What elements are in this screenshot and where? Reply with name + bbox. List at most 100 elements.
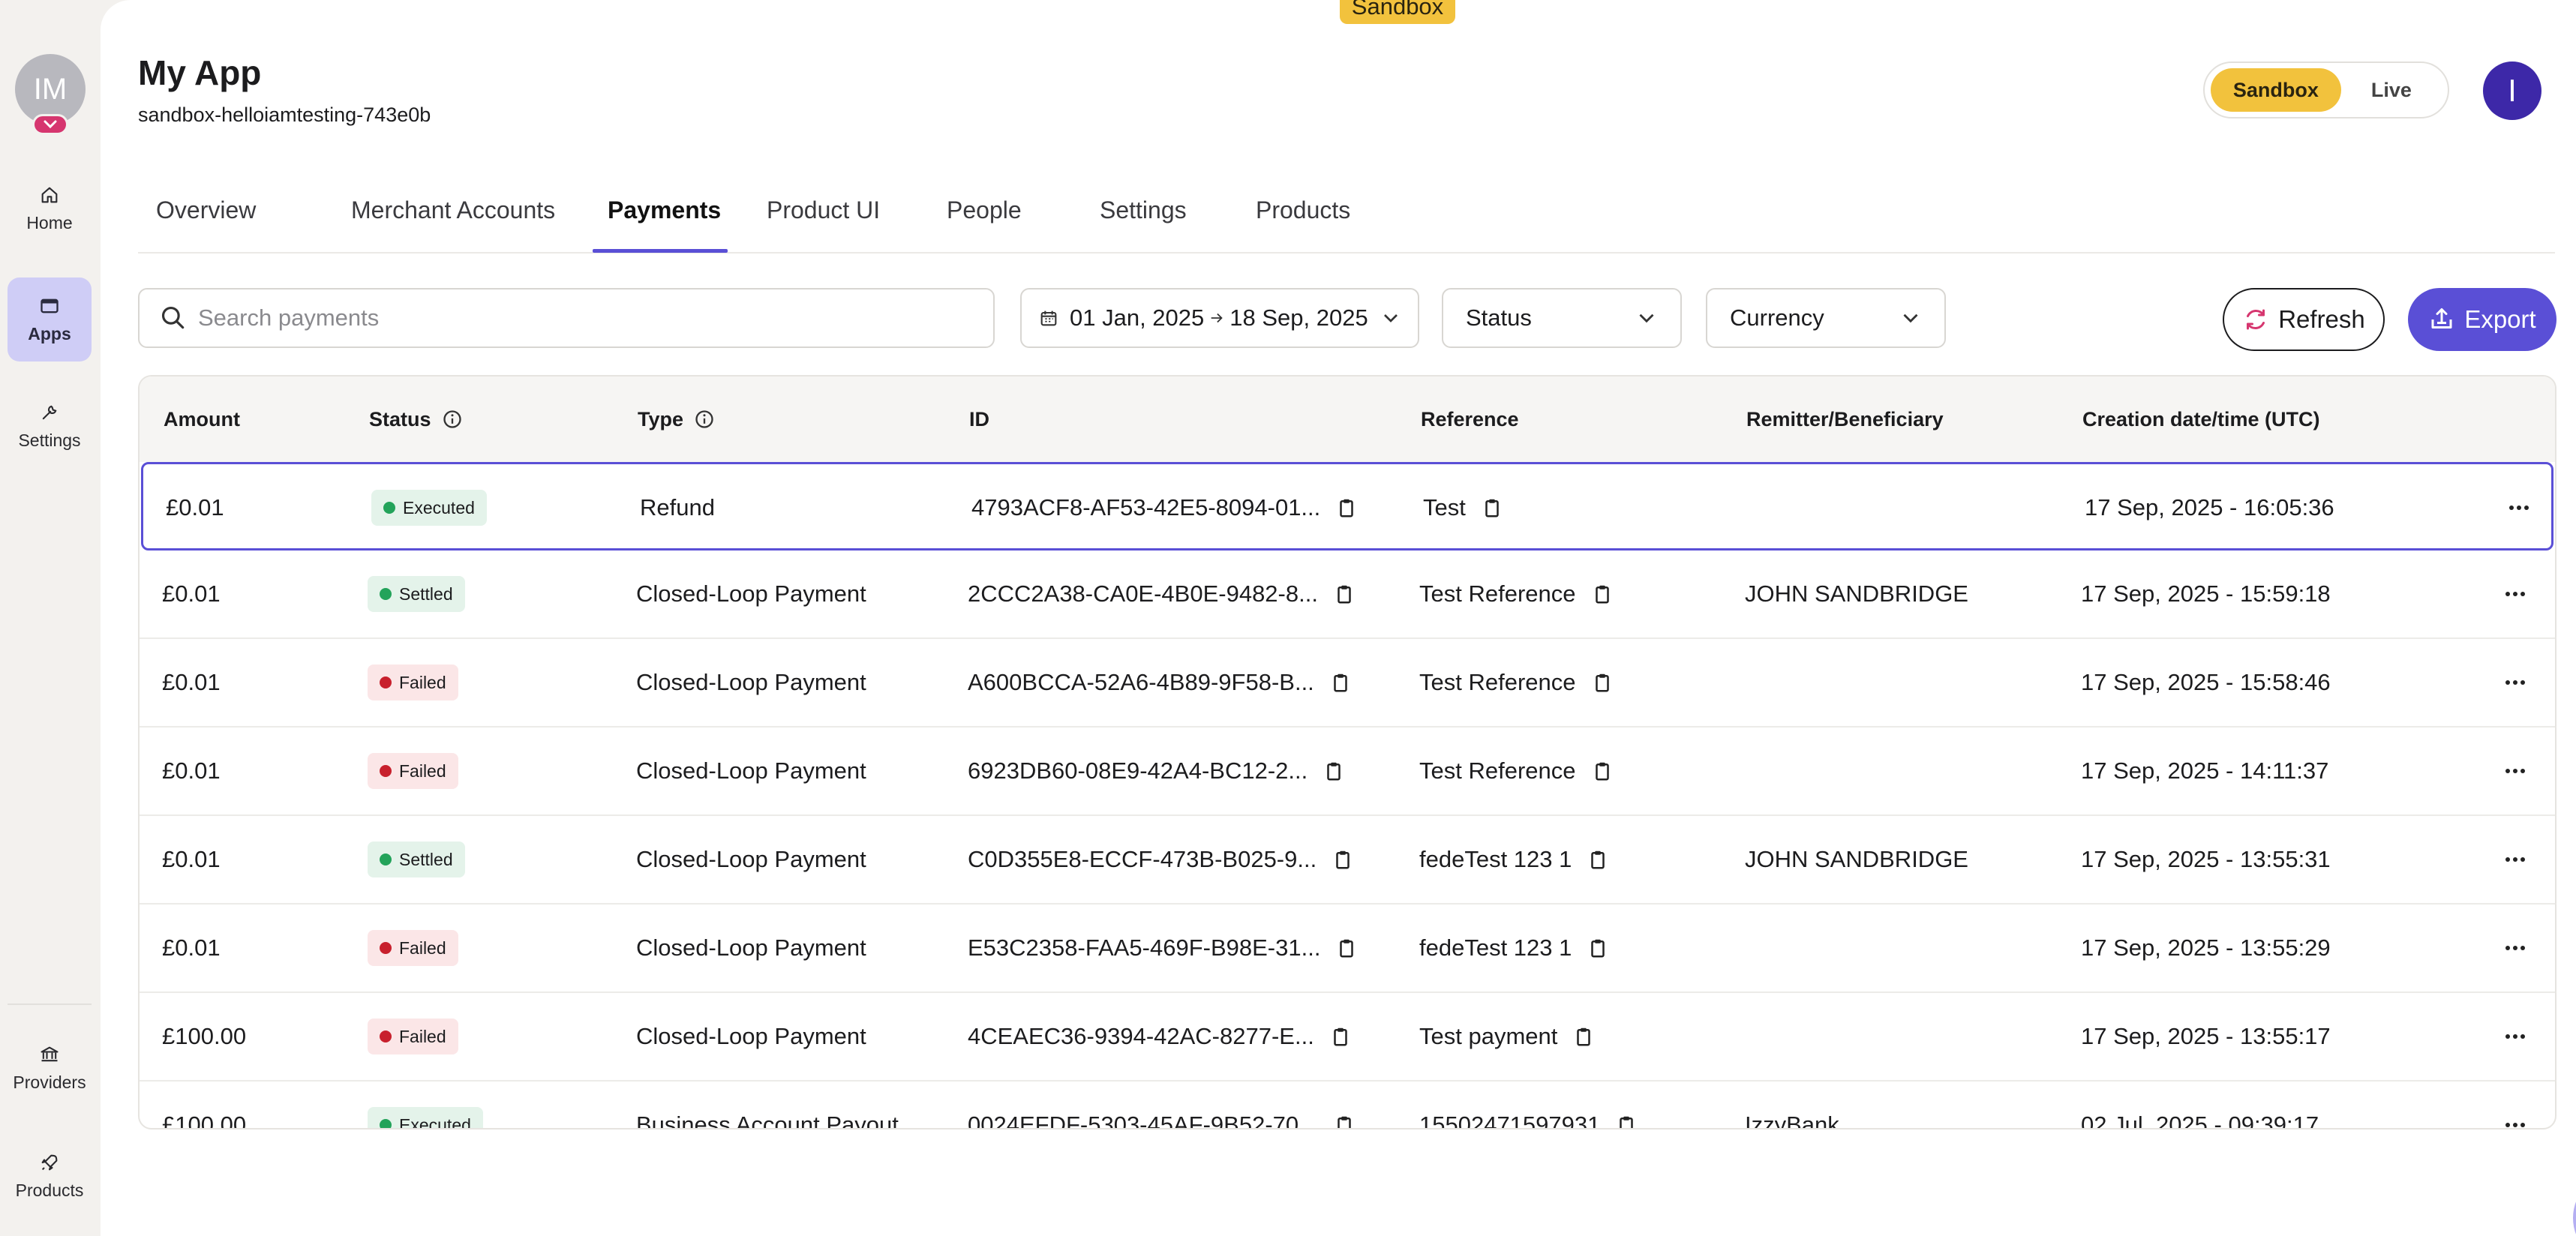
tab-merchant-accounts[interactable]: Merchant Accounts [351, 172, 555, 254]
id-cell: E53C2358-FAA5-469F-B98E-31... [968, 904, 1358, 992]
column-header-party[interactable]: Remitter/Beneficiary [1746, 376, 1944, 462]
copy-icon[interactable] [1333, 1114, 1356, 1130]
row-actions-button[interactable] [2504, 1082, 2526, 1128]
bank-icon [41, 1046, 59, 1061]
row-actions-button[interactable] [2504, 904, 2526, 992]
status-cell: Failed [368, 728, 458, 814]
status-dot-icon [380, 765, 392, 777]
table-row[interactable]: £0.01 Failed Closed-Loop Payment 6923DB60-0… [140, 728, 2555, 816]
search-input[interactable] [198, 304, 948, 332]
rail-item-label: Home [26, 212, 73, 232]
created-cell: 17 Sep, 2025 - 13:55:29 [2081, 934, 2331, 961]
table-row[interactable]: £100.00 Executed Business Account Payout 00… [140, 1082, 2555, 1130]
apps-icon [41, 298, 59, 313]
row-actions-button[interactable] [2504, 639, 2526, 726]
search-box[interactable] [138, 288, 995, 348]
column-header-reference[interactable]: Reference [1421, 376, 1519, 462]
refresh-button[interactable]: Refresh [2223, 288, 2385, 351]
column-header-type[interactable]: Type [638, 376, 715, 462]
rail-item-settings[interactable]: Settings [8, 384, 92, 468]
party-cell: JOHN SANDBRIDGE [1745, 846, 1968, 872]
reference-cell: fedeTest 123 1 [1419, 816, 1609, 903]
copy-icon[interactable] [1335, 937, 1358, 959]
info-icon[interactable] [694, 409, 715, 430]
rail-item-providers[interactable]: Providers [8, 1026, 92, 1110]
payment-id: 2CCC2A38-CA0E-4B0E-9482-8... [968, 580, 1318, 607]
status-badge: Failed [368, 1018, 458, 1054]
table-row[interactable]: £0.01 Settled Closed-Loop Payment C0D355E8-… [140, 816, 2555, 904]
main-panel: Sandbox My App sandbox-helloiamtesting-7… [101, 0, 2576, 1236]
column-header-amount[interactable]: Amount [164, 376, 240, 462]
payment-id: E53C2358-FAA5-469F-B98E-31... [968, 934, 1321, 961]
copy-icon[interactable] [1587, 937, 1609, 959]
copy-icon[interactable] [1332, 848, 1354, 871]
tab-payments[interactable]: Payments [608, 172, 721, 254]
payment-reference: Test Reference [1419, 669, 1576, 695]
copy-icon[interactable] [1615, 1114, 1638, 1130]
column-header-created[interactable]: Creation date/time (UTC) [2082, 376, 2320, 462]
column-header-label: Type [638, 407, 684, 430]
tab-people[interactable]: People [947, 172, 1022, 254]
tab-product-ui[interactable]: Product UI [767, 172, 880, 254]
copy-icon[interactable] [1587, 848, 1609, 871]
date-range-start: 01 Jan, 2025 [1070, 304, 1205, 331]
status-badge: Executed [371, 490, 487, 526]
id-cell: 4793ACF8-AF53-42E5-8094-01... [971, 464, 1358, 551]
copy-icon[interactable] [1591, 583, 1614, 605]
table-row[interactable]: £0.01 Settled Closed-Loop Payment 2CCC2A38-… [140, 550, 2555, 639]
table-row[interactable]: £0.01 Failed Closed-Loop Payment E53C2358-F… [140, 904, 2555, 993]
live-mode-button[interactable]: Live [2341, 68, 2442, 112]
copy-icon[interactable] [1335, 496, 1358, 519]
row-actions-button[interactable] [2504, 550, 2526, 638]
payment-reference: Test payment [1419, 1023, 1558, 1049]
copy-icon[interactable] [1333, 583, 1356, 605]
table-row[interactable]: £100.00 Failed Closed-Loop Payment 4CEAEC36… [140, 993, 2555, 1082]
status-cell: Executed [368, 1082, 483, 1128]
id-cell: 0024EFDF-5303-45AF-9B52-70... [968, 1082, 1356, 1130]
column-header-status[interactable]: Status [369, 376, 463, 462]
row-actions-button[interactable] [2504, 993, 2526, 1080]
copy-icon[interactable] [1572, 1025, 1595, 1048]
status-badge-label: Failed [399, 1026, 446, 1046]
row-actions-button[interactable] [2504, 728, 2526, 814]
date-range-picker[interactable]: 01 Jan, 2025 18 Sep, 2025 [1020, 288, 1419, 348]
tab-products[interactable]: Products [1256, 172, 1350, 254]
party-cell: JOHN SANDBRIDGE [1745, 580, 1968, 607]
export-button[interactable]: Export [2408, 288, 2556, 351]
copy-icon[interactable] [1323, 760, 1345, 782]
copy-icon[interactable] [1591, 760, 1614, 782]
copy-icon[interactable] [1329, 1025, 1352, 1048]
rocket-icon [41, 1154, 58, 1170]
user-avatar[interactable]: I [2483, 62, 2541, 120]
rail-item-home[interactable]: Home [8, 166, 92, 250]
amount-cell: £0.01 [162, 934, 221, 961]
environment-toggle[interactable]: Sandbox Live [2203, 62, 2449, 118]
workspace-switcher[interactable]: IM [15, 54, 86, 136]
copy-icon[interactable] [1329, 671, 1352, 694]
chat-button[interactable] [2573, 1172, 2576, 1236]
payment-reference: Test [1423, 494, 1466, 520]
row-actions-button[interactable] [2508, 464, 2530, 551]
row-actions-button[interactable] [2504, 816, 2526, 903]
rail-item-products[interactable]: Products [8, 1134, 92, 1218]
payments-table: Amount Status Type ID Reference Remitter… [138, 375, 2556, 1130]
sandbox-mode-button[interactable]: Sandbox [2211, 68, 2341, 112]
status-filter[interactable]: Status [1442, 288, 1682, 348]
status-dot-icon [380, 1119, 392, 1128]
copy-icon[interactable] [1591, 671, 1614, 694]
payment-id: A600BCCA-52A6-4B89-9F58-B... [968, 669, 1314, 695]
created-cell: 17 Sep, 2025 - 15:58:46 [2081, 669, 2331, 695]
rail-item-apps[interactable]: Apps [8, 278, 92, 362]
tab-settings[interactable]: Settings [1100, 172, 1187, 254]
amount-cell: £0.01 [162, 669, 221, 695]
table-row[interactable]: £0.01 Failed Closed-Loop Payment A600BCCA-5… [140, 639, 2555, 728]
copy-icon[interactable] [1481, 496, 1503, 519]
search-icon [161, 306, 185, 329]
currency-filter[interactable]: Currency [1706, 288, 1946, 348]
reference-cell: Test [1423, 464, 1503, 551]
column-header-id[interactable]: ID [969, 376, 989, 462]
info-icon[interactable] [442, 409, 463, 430]
tab-overview[interactable]: Overview [156, 172, 256, 254]
status-badge: Settled [368, 576, 465, 612]
table-row[interactable]: £0.01 Executed Refund 4793ACF8-AF53-42E5-80… [141, 462, 2553, 550]
